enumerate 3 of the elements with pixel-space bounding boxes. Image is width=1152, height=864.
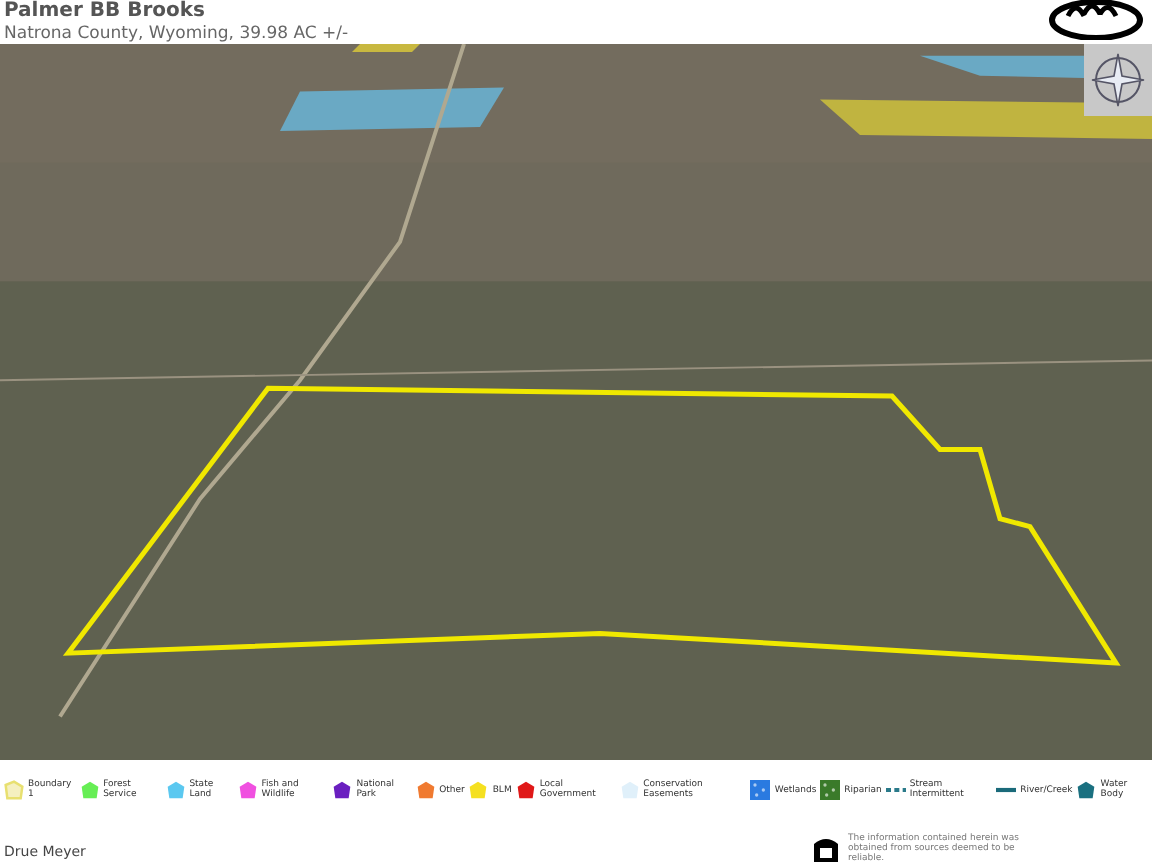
property-subtitle: Natrona County, Wyoming, 39.98 AC +/-: [4, 24, 349, 46]
property-title: Palmer BB Brooks: [4, 0, 207, 24]
compass-icon[interactable]: [1084, 44, 1152, 116]
